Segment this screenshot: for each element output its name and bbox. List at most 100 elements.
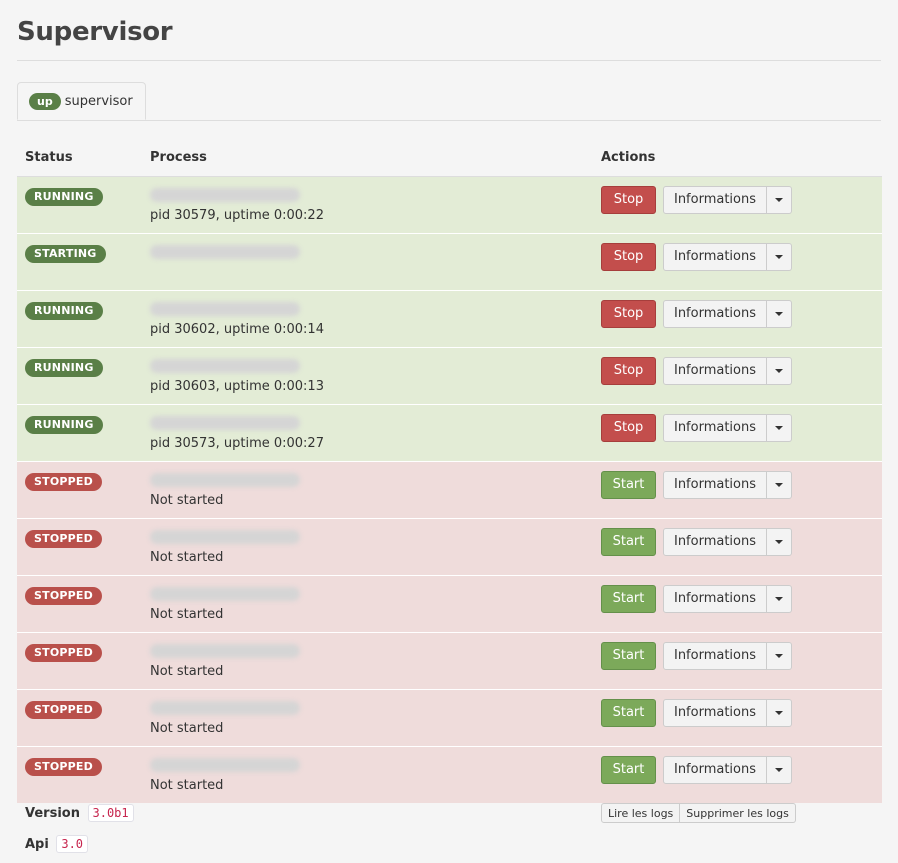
informations-button[interactable]: Informations xyxy=(663,356,767,385)
start-button[interactable]: Start xyxy=(601,584,656,613)
table-row: STOPPED Not started Start Informations xyxy=(17,631,882,689)
status-cell: RUNNING xyxy=(17,289,142,347)
start-button[interactable]: Start xyxy=(601,527,656,556)
caret-down-icon xyxy=(775,197,783,202)
informations-dropdown: Informations xyxy=(663,470,792,499)
api-label: Api xyxy=(25,837,49,852)
process-description: Not started xyxy=(150,663,224,679)
row-actions: Start Informations xyxy=(601,527,874,556)
stop-button[interactable]: Stop xyxy=(601,185,656,214)
process-name-redacted xyxy=(150,643,300,658)
dropdown-toggle-button[interactable] xyxy=(767,413,792,442)
informations-button[interactable]: Informations xyxy=(663,698,767,727)
caret-down-icon xyxy=(775,311,783,316)
caret-down-icon xyxy=(775,767,783,772)
row-actions: Start Informations xyxy=(601,641,874,670)
status-badge: RUNNING xyxy=(25,415,103,434)
status-cell: RUNNING xyxy=(17,175,142,233)
table-row: STOPPED Not started Start Informations xyxy=(17,574,882,632)
dropdown-toggle-button[interactable] xyxy=(767,356,792,385)
tab-supervisor[interactable]: up supervisor xyxy=(17,82,146,120)
dropdown-toggle-button[interactable] xyxy=(767,641,792,670)
caret-down-icon xyxy=(775,482,783,487)
actions-cell: Stop Informations xyxy=(593,403,882,461)
process-description: Not started xyxy=(150,720,224,736)
server-tabs: up supervisor xyxy=(17,82,881,121)
row-actions: Start Informations xyxy=(601,470,874,499)
process-description: Not started xyxy=(150,549,224,565)
start-button[interactable]: Start xyxy=(601,698,656,727)
dropdown-toggle-button[interactable] xyxy=(767,584,792,613)
informations-button[interactable]: Informations xyxy=(663,755,767,784)
informations-dropdown: Informations xyxy=(663,584,792,613)
actions-cell: Stop Informations xyxy=(593,346,882,404)
dropdown-toggle-button[interactable] xyxy=(767,299,792,328)
informations-dropdown: Informations xyxy=(663,413,792,442)
informations-button[interactable]: Informations xyxy=(663,584,767,613)
caret-down-icon xyxy=(775,368,783,373)
dropdown-toggle-button[interactable] xyxy=(767,698,792,727)
api-value: 3.0 xyxy=(56,835,89,853)
actions-cell: Start Informations xyxy=(593,688,882,746)
table-row: STOPPED Not started Start Informations xyxy=(17,745,882,803)
dropdown-toggle-button[interactable] xyxy=(767,755,792,784)
caret-down-icon xyxy=(775,254,783,259)
process-cell: Not started xyxy=(142,688,593,746)
stop-button[interactable]: Stop xyxy=(601,299,656,328)
server-state-badge: up xyxy=(29,92,61,110)
dropdown-toggle-button[interactable] xyxy=(767,242,792,271)
process-description: pid 30602, uptime 0:00:14 xyxy=(150,321,324,337)
row-actions: Stop Informations xyxy=(601,413,874,442)
informations-button[interactable]: Informations xyxy=(663,299,767,328)
start-button[interactable]: Start xyxy=(601,641,656,670)
version-value: 3.0b1 xyxy=(87,804,134,822)
process-cell: pid 30602, uptime 0:00:14 xyxy=(142,289,593,347)
actions-cell: Stop Informations xyxy=(593,232,882,290)
version-info: Version 3.0b1 xyxy=(25,804,134,822)
process-name-redacted xyxy=(150,472,300,487)
page-title: Supervisor xyxy=(17,17,173,47)
stop-button[interactable]: Stop xyxy=(601,242,656,271)
process-cell: pid 30603, uptime 0:00:13 xyxy=(142,346,593,404)
informations-button[interactable]: Informations xyxy=(663,242,767,271)
clear-logs-button[interactable]: Supprimer les logs xyxy=(680,803,796,823)
informations-dropdown: Informations xyxy=(663,698,792,727)
status-badge: STOPPED xyxy=(25,586,102,605)
informations-button[interactable]: Informations xyxy=(663,413,767,442)
process-name-redacted xyxy=(150,700,300,715)
process-description: pid 30603, uptime 0:00:13 xyxy=(150,378,324,394)
dropdown-toggle-button[interactable] xyxy=(767,185,792,214)
actions-cell: Start Informations xyxy=(593,745,882,803)
process-cell: Not started xyxy=(142,517,593,575)
table-row: STOPPED Not started Start Informations xyxy=(17,460,882,518)
informations-dropdown: Informations xyxy=(663,755,792,784)
table-row: RUNNING pid 30579, uptime 0:00:22 Stop I… xyxy=(17,175,882,233)
stop-button[interactable]: Stop xyxy=(601,413,656,442)
informations-dropdown: Informations xyxy=(663,527,792,556)
informations-button[interactable]: Informations xyxy=(663,185,767,214)
row-actions: Stop Informations xyxy=(601,185,874,214)
informations-button[interactable]: Informations xyxy=(663,641,767,670)
dropdown-toggle-button[interactable] xyxy=(767,527,792,556)
informations-button[interactable]: Informations xyxy=(663,527,767,556)
process-name-redacted xyxy=(150,244,300,259)
table-row: RUNNING pid 30603, uptime 0:00:13 Stop I… xyxy=(17,346,882,404)
process-cell: pid 30579, uptime 0:00:22 xyxy=(142,175,593,233)
dropdown-toggle-button[interactable] xyxy=(767,470,792,499)
api-info: Api 3.0 xyxy=(25,835,89,853)
table-row: STOPPED Not started Start Informations xyxy=(17,517,882,575)
row-actions: Start Informations xyxy=(601,698,874,727)
status-badge: RUNNING xyxy=(25,358,103,377)
start-button[interactable]: Start xyxy=(601,755,656,784)
status-cell: STOPPED xyxy=(17,517,142,575)
read-logs-button[interactable]: Lire les logs xyxy=(601,803,681,823)
informations-button[interactable]: Informations xyxy=(663,470,767,499)
stop-button[interactable]: Stop xyxy=(601,356,656,385)
process-description: Not started xyxy=(150,606,224,622)
start-button[interactable]: Start xyxy=(601,470,656,499)
informations-dropdown: Informations xyxy=(663,356,792,385)
process-name-redacted xyxy=(150,415,300,430)
caret-down-icon xyxy=(775,425,783,430)
actions-cell: Start Informations xyxy=(593,631,882,689)
process-description: pid 30573, uptime 0:00:27 xyxy=(150,435,324,451)
